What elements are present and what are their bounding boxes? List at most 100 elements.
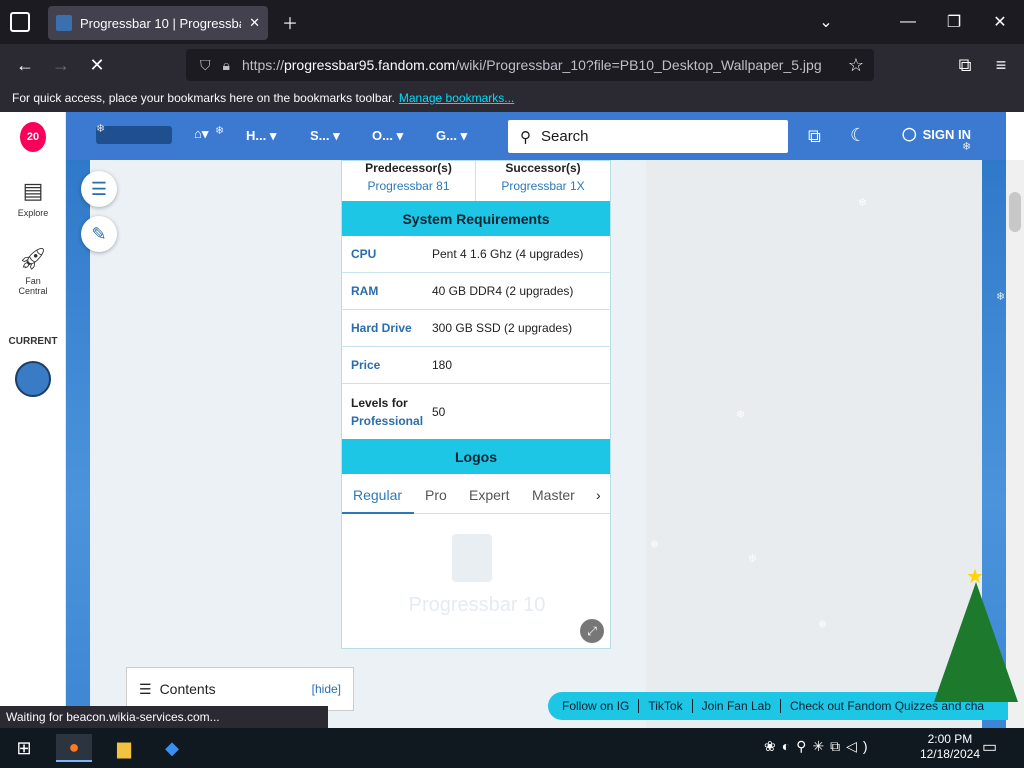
snowflake-icon: ❄ <box>215 125 225 137</box>
minimize-button[interactable]: — <box>894 8 922 36</box>
discussions-icon[interactable]: ⧉ <box>808 126 821 147</box>
logo-watermark-text: Progressbar 10 <box>408 594 546 616</box>
chevron-right-icon[interactable]: › <box>596 487 601 503</box>
list-all-tabs-chevron-icon[interactable]: ⌄ <box>812 8 840 36</box>
row-levels-professional: Levels for Professional 50 <box>351 395 446 428</box>
firefox-taskbar-icon[interactable]: ● <box>56 734 92 762</box>
page-viewport: 20 ▤ Explore 🚀︎ Fan Central CURRENT ⌂▾ H.… <box>0 112 1024 728</box>
status-bar: Waiting for beacon.wikia-services.com... <box>0 706 328 728</box>
header-menu-3[interactable]: O... ▾ <box>372 128 403 144</box>
url-text: https://progressbar95.fandom.com/wiki/Pr… <box>241 57 822 73</box>
app-taskbar-icon[interactable]: ◆ <box>154 734 190 762</box>
header-menu-2[interactable]: S... ▾ <box>310 128 340 144</box>
user-icon: ◯ <box>902 126 917 141</box>
tiktok-link[interactable]: TikTok <box>639 699 693 713</box>
contents-title: Contents <box>159 681 216 697</box>
right-rail <box>646 160 982 728</box>
expand-image-icon[interactable]: ⤢ <box>580 619 604 643</box>
site-favicon-icon <box>56 15 72 31</box>
explore-icon: ▤ <box>22 178 44 203</box>
toc-list-button[interactable]: ☰ <box>81 171 117 207</box>
predecessor-link[interactable]: Progressbar 81 <box>342 179 475 193</box>
sign-in-button[interactable]: ◯ SIGN IN <box>902 126 971 142</box>
url-bar[interactable]: ⛉ 🔒︎ https://progressbar95.fandom.com/wi… <box>186 49 874 81</box>
fan-lab-link[interactable]: Join Fan Lab <box>693 699 781 713</box>
lock-icon[interactable]: 🔒︎ <box>223 57 230 74</box>
dark-mode-moon-icon[interactable]: ☾ <box>850 125 866 146</box>
back-button[interactable]: ← <box>10 50 40 80</box>
search-icon: ⚲ <box>520 128 531 146</box>
infobox: Predecessor(s) Progressbar 81 Successor(… <box>341 160 611 649</box>
start-windows-icon[interactable]: ⊞ <box>6 734 42 762</box>
fandom-left-rail: 20 ▤ Explore 🚀︎ Fan Central CURRENT <box>0 112 66 728</box>
logo-image[interactable]: Progressbar 10 ⤢ <box>342 514 610 648</box>
taskbar-clock[interactable]: 2:00 PM 12/18/2024 <box>920 732 980 762</box>
header-menu-4[interactable]: G... ▾ <box>436 128 467 144</box>
snowflake-icon: ❄ <box>748 553 758 565</box>
navigation-toolbar: ← → ✕ ⛉ 🔒︎ https://progressbar95.fandom.… <box>0 44 1024 86</box>
new-tab-button[interactable]: ＋ <box>276 8 304 36</box>
bookmarks-toolbar: For quick access, place your bookmarks h… <box>0 86 1024 112</box>
snowflake-icon: ❄ <box>858 197 868 209</box>
snowflake-icon: ❄ <box>96 123 106 135</box>
progressbar-logo-icon <box>452 534 492 582</box>
tab-pro[interactable]: Pro <box>425 487 447 503</box>
follow-ig-link[interactable]: Follow on IG <box>548 699 640 713</box>
hide-contents-link[interactable]: [hide] <box>312 682 341 696</box>
extensions-icon[interactable]: ⧉ <box>950 50 980 80</box>
file-explorer-icon[interactable]: ▆ <box>106 734 142 762</box>
christmas-tree-decoration <box>934 582 1018 702</box>
maximize-button[interactable]: ❐ <box>940 8 968 36</box>
row-hard-drive: Hard Drive 300 GB SSD (2 upgrades) <box>342 310 610 347</box>
bookmark-star-icon[interactable]: ☆ <box>848 55 864 76</box>
list-icon: ☰ <box>139 680 152 697</box>
search-placeholder: Search <box>541 128 589 145</box>
logo-tabs: Regular Pro Expert Master › <box>342 474 610 514</box>
close-tab-icon[interactable]: ✕ <box>249 15 260 31</box>
snowflake-icon: ❄ <box>650 539 660 551</box>
manage-bookmarks-link[interactable]: Manage bookmarks... <box>399 91 514 105</box>
rail-current-label: CURRENT <box>8 336 58 347</box>
tab-overview-icon[interactable] <box>10 12 30 32</box>
notifications-icon[interactable]: ▭ <box>982 737 997 757</box>
tab-master[interactable]: Master <box>532 487 575 503</box>
rocket-icon: 🚀︎ <box>19 246 47 271</box>
header-menu-1[interactable]: H... ▾ <box>246 128 276 144</box>
tracking-shield-icon[interactable]: ⛉ <box>200 57 211 74</box>
snowflake-icon: ❄ <box>736 409 746 421</box>
predecessor-cell: Predecessor(s) Progressbar 81 <box>342 161 476 201</box>
scrollbar-thumb[interactable] <box>1009 192 1021 232</box>
tab-expert[interactable]: Expert <box>469 487 509 503</box>
current-wiki-avatar[interactable] <box>15 361 51 397</box>
successor-label: Successor(s) <box>505 161 581 175</box>
table-of-contents: ☰ Contents [hide] <box>126 667 354 711</box>
row-price: Price 180 <box>342 347 610 384</box>
forward-button[interactable]: → <box>46 50 76 80</box>
predecessor-label: Predecessor(s) <box>365 161 452 175</box>
wiki-logo[interactable] <box>96 126 172 144</box>
successor-cell: Successor(s) Progressbar 1X <box>476 161 610 201</box>
stop-loading-button[interactable]: ✕ <box>82 50 112 80</box>
row-cpu: CPU Pent 4 1.6 Ghz (4 upgrades) <box>342 236 610 273</box>
tab-strip: Progressbar 10 | Progressbar95 ✕ ＋ ⌄ — ❐… <box>0 0 1024 44</box>
tab-progressbar10[interactable]: Progressbar 10 | Progressbar95 ✕ <box>48 6 268 40</box>
close-window-button[interactable]: ✕ <box>986 8 1014 36</box>
app-menu-icon[interactable]: ≡ <box>986 50 1016 80</box>
wiki-home-icon[interactable]: ⌂▾ <box>194 126 208 142</box>
windows-taskbar: ⊞ ● ▆ ◆ ❀◐⚲✳⧉◁) 2:00 PM 12/18/2024 ▭ <box>0 728 1024 768</box>
clock-time: 2:00 PM <box>927 732 973 746</box>
rail-explore[interactable]: ▤ Explore <box>0 178 66 218</box>
pencil-icon: ✎ <box>91 223 107 244</box>
tab-regular[interactable]: Regular <box>353 487 402 503</box>
system-requirements-header: System Requirements <box>342 201 610 236</box>
tab-title: Progressbar 10 | Progressbar95 <box>80 15 241 31</box>
search-box[interactable]: ⚲ Search <box>508 120 788 153</box>
successor-link[interactable]: Progressbar 1X <box>476 179 610 193</box>
edit-button[interactable]: ✎ <box>81 216 117 252</box>
fandom-logo-icon[interactable]: 20 <box>20 122 46 152</box>
system-tray-icons[interactable]: ❀◐⚲✳⧉◁) <box>764 738 874 755</box>
rail-fan-central[interactable]: 🚀︎ Fan Central <box>0 246 66 296</box>
bookmarks-hint: For quick access, place your bookmarks h… <box>12 91 395 105</box>
snowflake-icon: ❄ <box>818 619 828 631</box>
row-ram: RAM 40 GB DDR4 (2 upgrades) <box>342 273 610 310</box>
